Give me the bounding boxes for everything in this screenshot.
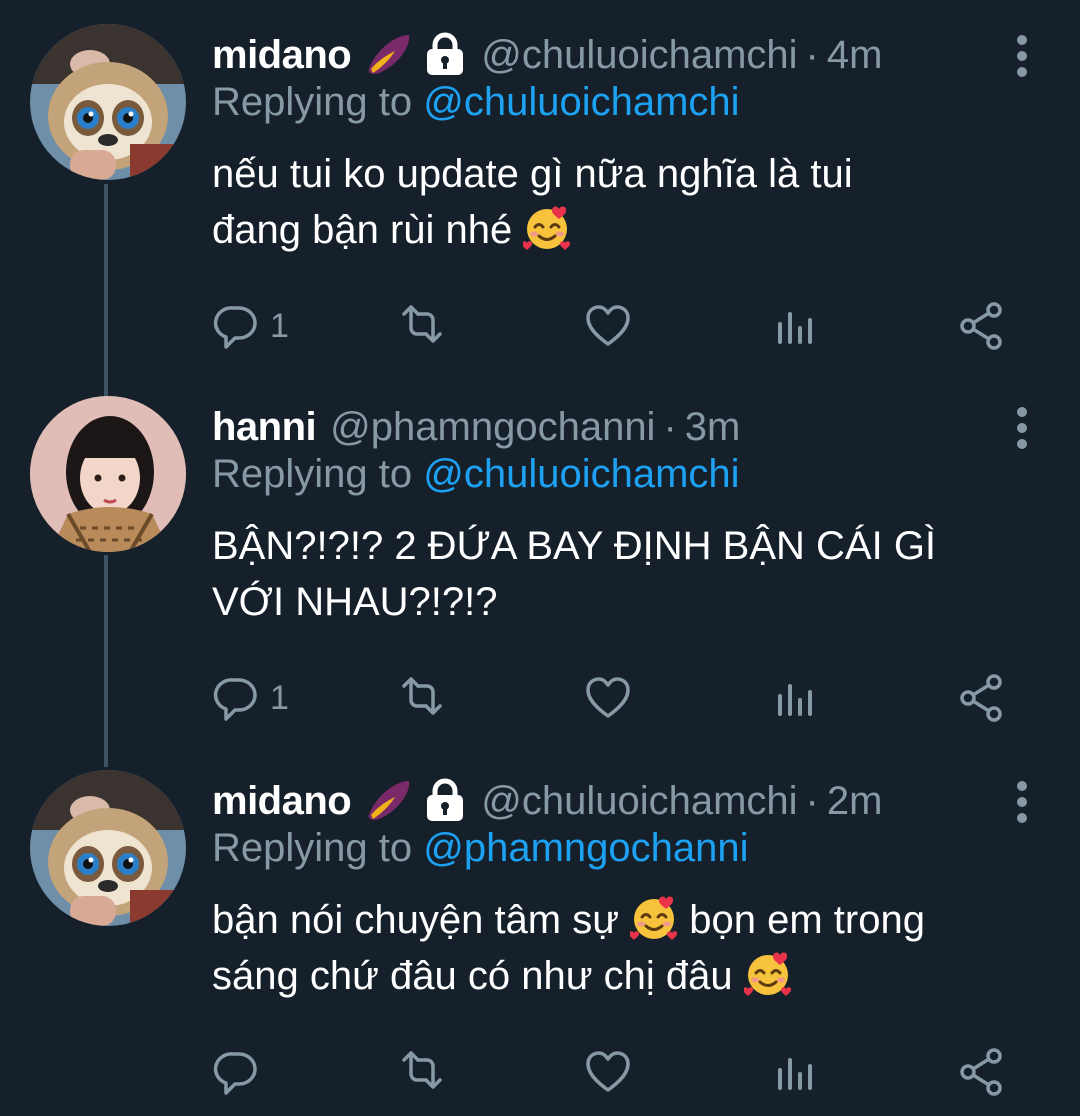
smiling-face-with-hearts-icon — [743, 951, 792, 997]
smiling-face-with-hearts-icon — [630, 895, 679, 941]
timestamp[interactable]: 3m — [685, 405, 741, 450]
replying-to-label: Replying to — [212, 80, 424, 124]
like-button[interactable] — [584, 668, 632, 728]
smiling-face-with-hearts-icon — [523, 205, 572, 251]
tweet-text-line: bận nói chuyện tâm sự bọn em trong — [212, 892, 1052, 948]
retweet-icon — [402, 1051, 442, 1089]
analytics-button[interactable] — [772, 296, 818, 356]
reply-mention-link[interactable]: @phamngochanni — [423, 826, 748, 870]
analytics-icon — [778, 684, 812, 716]
separator-dot: · — [663, 404, 677, 449]
reply-button[interactable]: 1 — [212, 296, 289, 356]
tweet[interactable]: hanni @phamngochanni · 3m Replying to @c… — [0, 396, 1080, 736]
user-handle[interactable]: @phamngochanni — [330, 405, 655, 450]
separator-dot: · — [805, 778, 819, 823]
user-handle[interactable]: @chuluoichamchi — [481, 779, 797, 824]
tweet[interactable]: midano @chuluoichamchi · 4m Replying to … — [0, 24, 1080, 364]
like-button[interactable] — [584, 1042, 632, 1102]
reply-mention-link[interactable]: @chuluoichamchi — [423, 452, 739, 496]
analytics-icon — [778, 312, 812, 344]
avatar[interactable] — [30, 770, 186, 926]
separator-dot: · — [805, 32, 819, 77]
like-button[interactable] — [584, 296, 632, 356]
tweet[interactable]: midano @chuluoichamchi · 2m Replying to … — [0, 770, 1080, 1116]
reply-icon — [213, 306, 257, 349]
sweet-potato-icon — [365, 777, 413, 825]
sweet-potato-icon — [365, 31, 413, 79]
tweet-text: nếu tui ko update gì nữa nghĩa là tui đa… — [212, 146, 1042, 258]
heart-icon — [586, 677, 630, 718]
more-options-icon[interactable] — [1016, 406, 1028, 450]
retweet-button[interactable] — [396, 668, 448, 728]
tweet-text-line: VỚI NHAU?!?!? — [212, 580, 498, 624]
action-bar — [212, 1042, 1042, 1102]
reply-button[interactable]: 1 — [212, 668, 289, 728]
timestamp[interactable]: 2m — [827, 779, 883, 824]
lock-icon — [423, 777, 467, 825]
reply-icon — [213, 1052, 257, 1095]
share-button[interactable] — [958, 1042, 1004, 1102]
tweet-text-line: nếu tui ko update gì nữa nghĩa là tui — [212, 152, 853, 196]
timestamp[interactable]: 4m — [827, 33, 883, 78]
share-icon — [960, 674, 1002, 722]
retweet-icon — [402, 305, 442, 343]
avatar[interactable] — [30, 396, 186, 552]
tweet-text: BẬN?!?!? 2 ĐỨA BAY ĐỊNH BẬN CÁI GÌ VỚI N… — [212, 518, 1042, 630]
reply-button[interactable] — [212, 1042, 260, 1102]
share-icon — [960, 1048, 1002, 1096]
display-name[interactable]: hanni — [212, 405, 317, 450]
analytics-button[interactable] — [772, 668, 818, 728]
display-name[interactable]: midano — [212, 779, 352, 824]
avatar[interactable] — [30, 24, 186, 180]
retweet-button[interactable] — [396, 296, 448, 356]
tweet-text-segment: bận nói chuyện tâm sự — [212, 898, 620, 942]
reply-count: 1 — [270, 306, 289, 345]
share-icon — [960, 302, 1002, 350]
replying-to: Replying to @phamngochanni — [212, 826, 749, 871]
share-button[interactable] — [958, 668, 1004, 728]
display-name[interactable]: midano — [212, 33, 352, 78]
replying-to: Replying to @chuluoichamchi — [212, 452, 740, 497]
tweet-text: bận nói chuyện tâm sự bọn em trong sáng … — [212, 892, 1052, 1004]
heart-icon — [586, 305, 630, 346]
tweet-text-segment: đang bận rùi nhé — [212, 208, 513, 252]
analytics-button[interactable] — [772, 1042, 818, 1102]
user-handle[interactable]: @chuluoichamchi — [481, 33, 797, 78]
replying-to: Replying to @chuluoichamchi — [212, 80, 740, 125]
tweet-text-line: BẬN?!?!? 2 ĐỨA BAY ĐỊNH BẬN CÁI GÌ — [212, 524, 937, 568]
reply-icon — [213, 678, 257, 721]
more-options-icon[interactable] — [1016, 780, 1028, 824]
retweet-icon — [402, 677, 442, 715]
tweet-text-line: sáng chứ đâu có như chị đâu — [212, 948, 1052, 1004]
tweet-text-segment: bọn em trong — [689, 898, 925, 942]
retweet-button[interactable] — [396, 1042, 448, 1102]
heart-icon — [586, 1051, 630, 1092]
replying-to-label: Replying to — [212, 826, 424, 870]
more-options-icon[interactable] — [1016, 34, 1028, 78]
reply-count: 1 — [270, 678, 289, 717]
action-bar: 1 — [212, 296, 1042, 356]
share-button[interactable] — [958, 296, 1004, 356]
lock-icon — [423, 31, 467, 79]
reply-mention-link[interactable]: @chuluoichamchi — [423, 80, 739, 124]
tweet-text-line: đang bận rùi nhé — [212, 202, 1042, 258]
action-bar: 1 — [212, 668, 1042, 728]
tweet-text-segment: sáng chứ đâu có như chị đâu — [212, 954, 733, 998]
analytics-icon — [778, 1058, 812, 1090]
replying-to-label: Replying to — [212, 452, 424, 496]
